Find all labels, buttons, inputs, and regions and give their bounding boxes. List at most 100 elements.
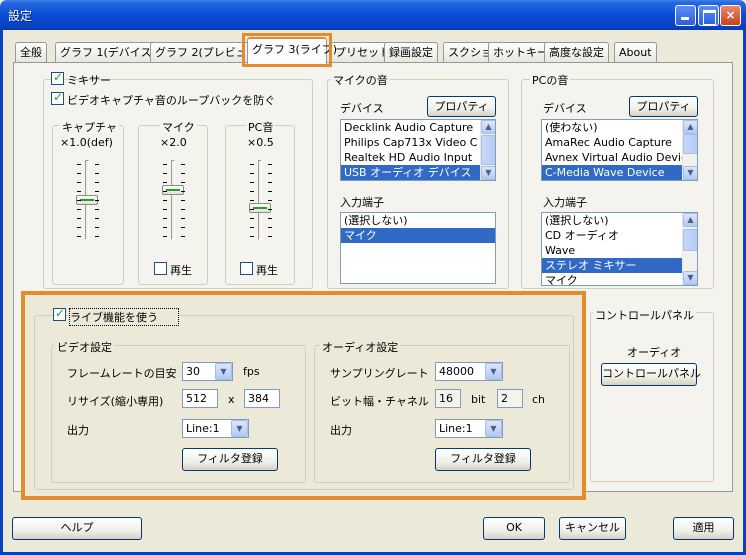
loopback-label: ビデオキャプチャ音のループバックを防ぐ xyxy=(67,94,276,107)
slider-tick xyxy=(77,209,81,210)
tab-general[interactable]: 全般 xyxy=(15,42,47,62)
pc-play-checkbox[interactable] xyxy=(240,262,253,275)
pc-input-list[interactable]: (選択しない) CD オーディオ Wave ステレオ ミキサー マイク ▲ ▼ xyxy=(541,212,698,286)
list-item[interactable]: Wave xyxy=(542,243,683,258)
bits-field: 16 xyxy=(435,389,461,408)
framerate-select[interactable]: 30 ▼ xyxy=(182,362,233,381)
mic-property-button[interactable]: プロパティ xyxy=(427,96,496,117)
resize-height-input[interactable]: 384 xyxy=(244,389,280,408)
pc-property-button[interactable]: プロパティ xyxy=(629,96,698,117)
mixer-label: ミキサー xyxy=(67,74,111,87)
dropdown-button[interactable]: ▼ xyxy=(215,363,232,380)
list-item[interactable]: マイク xyxy=(542,273,683,285)
mic-play-label: 再生 xyxy=(170,264,192,277)
tab-advanced[interactable]: 高度な設定 xyxy=(544,42,609,62)
list-item[interactable]: Realtek HD Audio Input xyxy=(341,150,481,165)
slider-tick xyxy=(181,164,185,165)
audio-filter-button[interactable]: フィルタ登録 xyxy=(435,448,531,471)
dropdown-button[interactable]: ▼ xyxy=(485,420,502,437)
control-panel-button[interactable]: コントロールパネル xyxy=(601,363,701,386)
list-item[interactable]: (使わない) xyxy=(542,120,683,135)
cancel-button[interactable]: キャンセル xyxy=(559,517,626,540)
check-icon: ✓ xyxy=(53,70,64,84)
scroll-up-button[interactable]: ▲ xyxy=(683,120,697,134)
scroll-thumb[interactable] xyxy=(683,134,697,154)
minimize-button[interactable] xyxy=(675,5,696,26)
list-item[interactable]: Avnex Virtual Audio Devic xyxy=(542,150,683,165)
list-item[interactable]: AmaRec Audio Capture xyxy=(542,135,683,150)
list-item[interactable]: Decklink Audio Capture xyxy=(341,120,481,135)
slider-tick xyxy=(268,200,272,201)
pc-device-scrollbar[interactable]: ▲ ▼ xyxy=(682,120,697,180)
video-filter-button[interactable]: フィルタ登録 xyxy=(182,448,278,471)
slider-tick xyxy=(250,182,254,183)
pc-volume-slider[interactable] xyxy=(240,160,280,240)
scroll-down-button[interactable]: ▼ xyxy=(683,271,697,285)
dropdown-button[interactable]: ▼ xyxy=(485,363,502,380)
arrow-up-icon: ▲ xyxy=(687,215,694,224)
capture-volume-slider[interactable] xyxy=(67,160,107,240)
live-enable-checkbox[interactable]: ✓ xyxy=(53,306,66,321)
slider-tick xyxy=(77,218,81,219)
mic-volume-slider[interactable] xyxy=(153,160,193,240)
slider-tick xyxy=(77,191,81,192)
maximize-icon xyxy=(699,6,718,25)
mic-device-list[interactable]: Decklink Audio Capture Philips Cap713x V… xyxy=(340,119,496,181)
minimize-icon xyxy=(676,6,695,25)
scroll-thumb[interactable] xyxy=(683,229,697,251)
video-output-select[interactable]: Line:1 ▼ xyxy=(182,419,249,438)
scroll-down-button[interactable]: ▼ xyxy=(683,166,697,180)
list-item[interactable]: (選択しない) xyxy=(542,213,683,228)
pc-channel-name: PC音 xyxy=(246,119,276,135)
slider-tick xyxy=(250,200,254,201)
samplerate-select[interactable]: 48000 ▼ xyxy=(435,362,503,381)
tab-about[interactable]: About xyxy=(614,42,657,62)
apply-button[interactable]: 適用 xyxy=(673,517,734,540)
mixer-checkbox[interactable]: ✓ xyxy=(51,70,64,85)
scroll-up-button[interactable]: ▲ xyxy=(683,213,697,227)
scroll-down-button[interactable]: ▼ xyxy=(481,166,495,180)
loopback-checkbox[interactable]: ✓ xyxy=(51,90,64,105)
scroll-thumb[interactable] xyxy=(481,135,495,165)
slider-thumb[interactable] xyxy=(162,185,184,195)
slider-tick xyxy=(268,236,272,237)
resize-label: リサイズ(縮小専用) xyxy=(67,395,164,408)
slider-tick xyxy=(181,182,185,183)
scroll-up-button[interactable]: ▲ xyxy=(481,120,495,134)
slider-thumb[interactable] xyxy=(249,203,271,213)
help-button[interactable]: ヘルプ xyxy=(12,517,142,540)
slider-tick xyxy=(250,173,254,174)
audio-output-label: 出力 xyxy=(330,424,352,437)
audio-output-select[interactable]: Line:1 ▼ xyxy=(435,419,503,438)
maximize-button[interactable] xyxy=(698,5,719,26)
mic-input-label: 入力端子 xyxy=(340,196,384,209)
mic-input-list[interactable]: (選択しない) マイク xyxy=(340,212,496,284)
pc-device-label: デバイス xyxy=(543,102,587,115)
resize-width-input[interactable]: 512 xyxy=(182,389,218,408)
mic-play-checkbox[interactable] xyxy=(154,262,167,275)
tab-recording[interactable]: 録画設定 xyxy=(384,42,438,62)
pc-device-list[interactable]: (使わない) AmaRec Audio Capture Avnex Virtua… xyxy=(541,119,698,181)
mic-device-scrollbar[interactable]: ▲ ▼ xyxy=(480,120,495,180)
slider-tick xyxy=(181,236,185,237)
ok-button[interactable]: OK xyxy=(483,517,545,540)
list-item[interactable]: ステレオ ミキサー xyxy=(542,258,683,273)
list-item[interactable]: マイク xyxy=(341,228,495,243)
pc-input-scrollbar[interactable]: ▲ ▼ xyxy=(682,213,697,285)
samplerate-label: サンプリングレート xyxy=(330,367,429,380)
list-item[interactable]: C-Media Wave Device xyxy=(542,165,683,180)
list-item[interactable]: CD オーディオ xyxy=(542,228,683,243)
list-item[interactable]: USB オーディオ デバイス xyxy=(341,165,481,180)
slider-tick xyxy=(181,191,185,192)
list-item[interactable]: (選択しない) xyxy=(341,213,495,228)
dropdown-button[interactable]: ▼ xyxy=(231,420,248,437)
bits-label: ビット幅・チャネル xyxy=(330,395,429,408)
tab-graph1[interactable]: グラフ 1(デバイス) xyxy=(55,42,161,62)
video-settings-title: ビデオ設定 xyxy=(55,339,114,355)
close-button[interactable]: × xyxy=(720,5,741,26)
capture-channel-name: キャプチャ xyxy=(60,119,119,135)
list-item[interactable]: Philips Cap713x Video C xyxy=(341,135,481,150)
slider-tick xyxy=(77,164,81,165)
slider-tick xyxy=(77,200,81,201)
samplerate-value: 48000 xyxy=(439,365,474,378)
